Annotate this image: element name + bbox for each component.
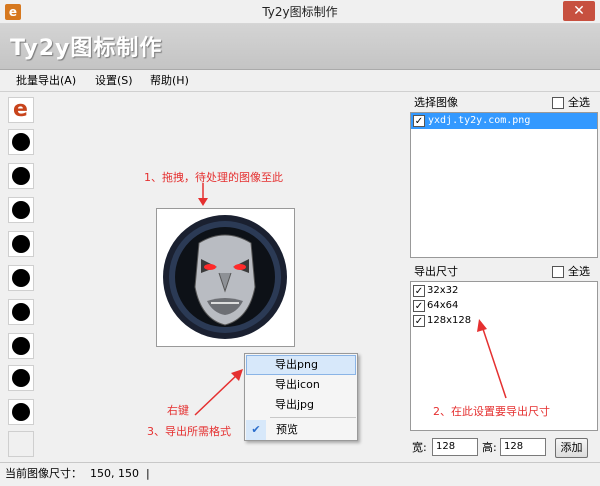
- round-image-icon: [12, 403, 30, 421]
- select-all-sizes-checkbox[interactable]: [552, 266, 564, 278]
- thumbnail-item[interactable]: [8, 231, 34, 257]
- select-all-images-label: 全选: [568, 96, 590, 109]
- image-list[interactable]: [410, 112, 598, 258]
- arrow-down-icon: [198, 183, 208, 206]
- round-image-icon: [12, 167, 30, 185]
- size-checkbox[interactable]: ✓: [413, 285, 425, 297]
- round-image-icon: [12, 369, 30, 387]
- banner-title: Ty2y图标制作: [10, 36, 163, 61]
- arrow-up-right-icon: [194, 369, 243, 416]
- thumbnail-item[interactable]: [8, 265, 34, 291]
- round-image-icon: [12, 303, 30, 321]
- size-item: 128x128: [427, 315, 472, 326]
- image-preview: [156, 208, 295, 347]
- window-title: Ty2y图标制作: [262, 5, 338, 19]
- select-all-images-checkbox[interactable]: [552, 97, 564, 109]
- menu-separator: [270, 417, 356, 418]
- menu-help[interactable]: 帮助(H): [150, 71, 189, 91]
- annotation-step1: 1、拖拽，待处理的图像至此: [144, 171, 283, 184]
- select-all-sizes-label: 全选: [568, 265, 590, 278]
- menu-preview[interactable]: 预览: [276, 420, 356, 440]
- status-image-size: 150, 150: [90, 467, 139, 480]
- menu-export-icon[interactable]: 导出icon: [245, 375, 357, 395]
- annotation-right-click: 右键: [167, 404, 189, 417]
- round-image-icon: [12, 201, 30, 219]
- thumbnail-item[interactable]: [8, 399, 34, 425]
- size-item: 64x64: [427, 300, 459, 311]
- annotation-step2: 2、在此设置要导出尺寸: [433, 405, 550, 418]
- image-item-checkbox[interactable]: ✓: [413, 115, 425, 127]
- width-input[interactable]: 128: [432, 438, 478, 456]
- round-image-icon: [12, 133, 30, 151]
- arrow-up-left-icon: [477, 319, 507, 399]
- round-image-icon: [12, 337, 30, 355]
- close-button[interactable]: ✕: [563, 1, 595, 21]
- checkmark-icon: ✔: [246, 420, 266, 440]
- menu-batch-export[interactable]: 批量导出(A): [16, 71, 76, 91]
- status-label: 当前图像尺寸：: [5, 467, 82, 480]
- thumbnail-item[interactable]: [8, 299, 34, 325]
- round-image-icon: [12, 235, 30, 253]
- size-checkbox[interactable]: ✓: [413, 315, 425, 327]
- menu-export-png[interactable]: 导出png: [245, 355, 357, 375]
- height-input[interactable]: 128: [500, 438, 546, 456]
- round-image-icon: [12, 269, 30, 287]
- height-label: 高:: [482, 441, 497, 454]
- export-size-title: 导出尺寸: [414, 265, 458, 278]
- menu-bar: [0, 70, 600, 92]
- thumbnail-item[interactable]: [8, 365, 34, 391]
- size-item: 32x32: [427, 285, 459, 296]
- size-checkbox[interactable]: ✓: [413, 300, 425, 312]
- thumbnail-item[interactable]: [8, 163, 34, 189]
- width-label: 宽:: [412, 441, 427, 454]
- status-separator: |: [146, 467, 150, 480]
- menu-settings[interactable]: 设置(S): [95, 71, 133, 91]
- e-logo-icon: e: [13, 97, 28, 122]
- image-item-name: yxdj.ty2y.com.png: [428, 115, 531, 126]
- add-size-button[interactable]: 添加: [555, 438, 588, 458]
- thumbnail-item[interactable]: [8, 333, 34, 359]
- menu-export-jpg[interactable]: 导出jpg: [245, 395, 357, 415]
- thumbnail-empty[interactable]: [8, 431, 34, 457]
- select-image-title: 选择图像: [414, 96, 458, 109]
- thumbnail-item[interactable]: [8, 197, 34, 223]
- thumbnail-item[interactable]: [8, 129, 34, 155]
- annotation-step3: 3、导出所需格式: [147, 425, 231, 438]
- thumbnail-e[interactable]: e: [8, 97, 34, 123]
- demon-mask-icon: [163, 215, 287, 339]
